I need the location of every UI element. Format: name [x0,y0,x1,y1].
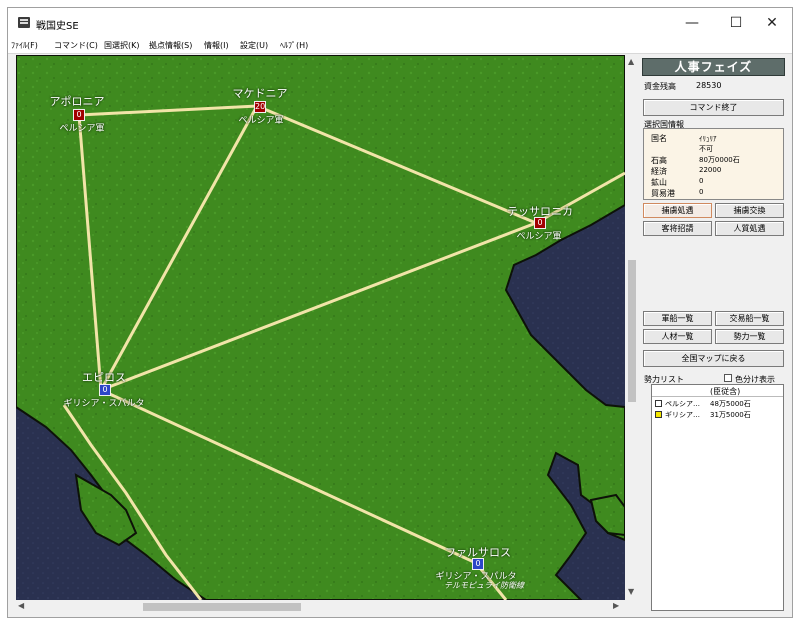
node-marker-macedonia[interactable]: 20 [254,101,266,113]
invite-general-button[interactable]: 客将招請 [643,221,712,236]
minimize-button[interactable]: — [670,8,714,38]
node-marker-epiros[interactable]: 0 [99,384,111,396]
warship-list-button[interactable]: 軍船一覧 [643,311,712,326]
info-value-kokudaka: 80万0000石 [699,156,740,164]
selected-country-info: 国名 ｲﾘｭﾘｱ 不可 石高 80万0000石 経済 22000 鉱山 0 貿易… [643,128,784,200]
menu-bar: ﾌｧｲﾙ(F) コマンド(C) 国選択(K) 拠点情報(S) 情報(I) 設定(… [8,38,792,54]
hostage-treatment-button[interactable]: 人質処遇 [715,221,784,236]
node-owner-apollonia: ペルシア軍 [59,124,105,134]
force-list-header: (臣従含) [652,385,783,397]
node-marker-apollonia[interactable]: 0 [73,109,85,121]
menu-help[interactable]: ﾍﾙﾌﾟ(H) [280,40,308,51]
info-key-mine: 鉱山 [651,178,667,187]
node-owner-thessalonica: ペルシア軍 [516,232,562,242]
trade-ship-list-button[interactable]: 交易船一覧 [715,311,784,326]
info-key-name: 国名 [651,134,667,143]
funds-label: 資金残高 [644,82,676,91]
menu-info[interactable]: 情報(I) [204,40,229,51]
node-marker-thessalonica[interactable]: 0 [534,217,546,229]
node-owner-epiros: ギリシア・スパルタ [63,399,145,409]
force-color-swatch [655,411,662,418]
menu-country-select[interactable]: 国選択(K) [104,40,140,51]
personnel-list-button[interactable]: 人材一覧 [643,329,712,344]
info-value-mine: 0 [699,177,704,185]
force-color-swatch [655,400,662,407]
map-view[interactable]: アポロニア 0 ペルシア軍 マケドニア 20 ペルシア軍 テッサロニカ 0 ペル… [16,55,625,600]
force-name: ペルシア… [665,400,700,408]
force-value: 48万5000石 [710,400,751,408]
info-value-economy: 22000 [699,166,722,174]
menu-settings[interactable]: 設定(U) [240,40,268,51]
info-value-status: 不可 [699,145,713,153]
command-panel: 人事フェイズ 資金残高 28530 コマンド終了 選択国情報 国名 ｲﾘｭﾘｱ … [642,58,785,612]
app-window: 戦国史SE — ☐ ✕ ﾌｧｲﾙ(F) コマンド(C) 国選択(K) 拠点情報(… [7,7,793,618]
node-owner-macedonia: ペルシア軍 [238,116,284,126]
node-name-macedonia: マケドニア [232,87,288,100]
prisoner-exchange-button[interactable]: 捕虜交換 [715,203,784,218]
info-value-name: ｲﾘｭﾘｱ [699,135,717,143]
map-vertical-scrollbar[interactable]: ▲ ▼ [625,55,639,600]
info-key-economy: 経済 [651,167,667,176]
scroll-right-icon[interactable]: ▶ [613,601,619,610]
menu-file[interactable]: ﾌｧｲﾙ(F) [11,40,38,51]
menu-command[interactable]: コマンド(C) [54,40,98,51]
force-list[interactable]: (臣従含) ペルシア… 48万5000石 ギリシア… 31万5000石 [651,384,784,611]
node-name-apollonia: アポロニア [49,95,105,108]
force-list-header-label: (臣従含) [710,387,741,396]
color-toggle-checkbox[interactable] [724,374,732,382]
info-key-trade-port: 貿易港 [651,189,675,198]
force-value: 31万5000石 [710,411,751,419]
end-command-button[interactable]: コマンド終了 [643,99,784,116]
window-title: 戦国史SE [36,21,79,32]
info-key-kokudaka: 石高 [651,156,667,165]
title-bar: 戦国史SE — ☐ ✕ [8,8,792,38]
national-map-button[interactable]: 全国マップに戻る [643,350,784,367]
force-list-button[interactable]: 勢力一覧 [715,329,784,344]
menu-base-info[interactable]: 拠点情報(S) [149,40,192,51]
prisoner-treatment-button[interactable]: 捕虜処遇 [643,203,712,218]
map-canvas [16,55,625,600]
app-icon [18,17,30,28]
force-name: ギリシア… [665,411,700,419]
scroll-left-icon[interactable]: ◀ [18,601,24,610]
node-name-epiros: エピロス [82,371,126,384]
phase-title: 人事フェイズ [642,58,785,76]
node-note-pharsalos: テルモピュライ防衛線 [444,581,524,590]
map-horizontal-scrollbar[interactable]: ◀ ▶ [16,600,625,613]
vertical-scroll-thumb[interactable] [628,260,636,402]
scroll-down-icon[interactable]: ▼ [628,587,634,596]
horizontal-scroll-thumb[interactable] [143,603,301,611]
scroll-up-icon[interactable]: ▲ [628,57,634,66]
close-button[interactable]: ✕ [750,8,794,38]
funds-value: 28530 [696,81,722,90]
info-value-trade-port: 0 [699,188,704,196]
